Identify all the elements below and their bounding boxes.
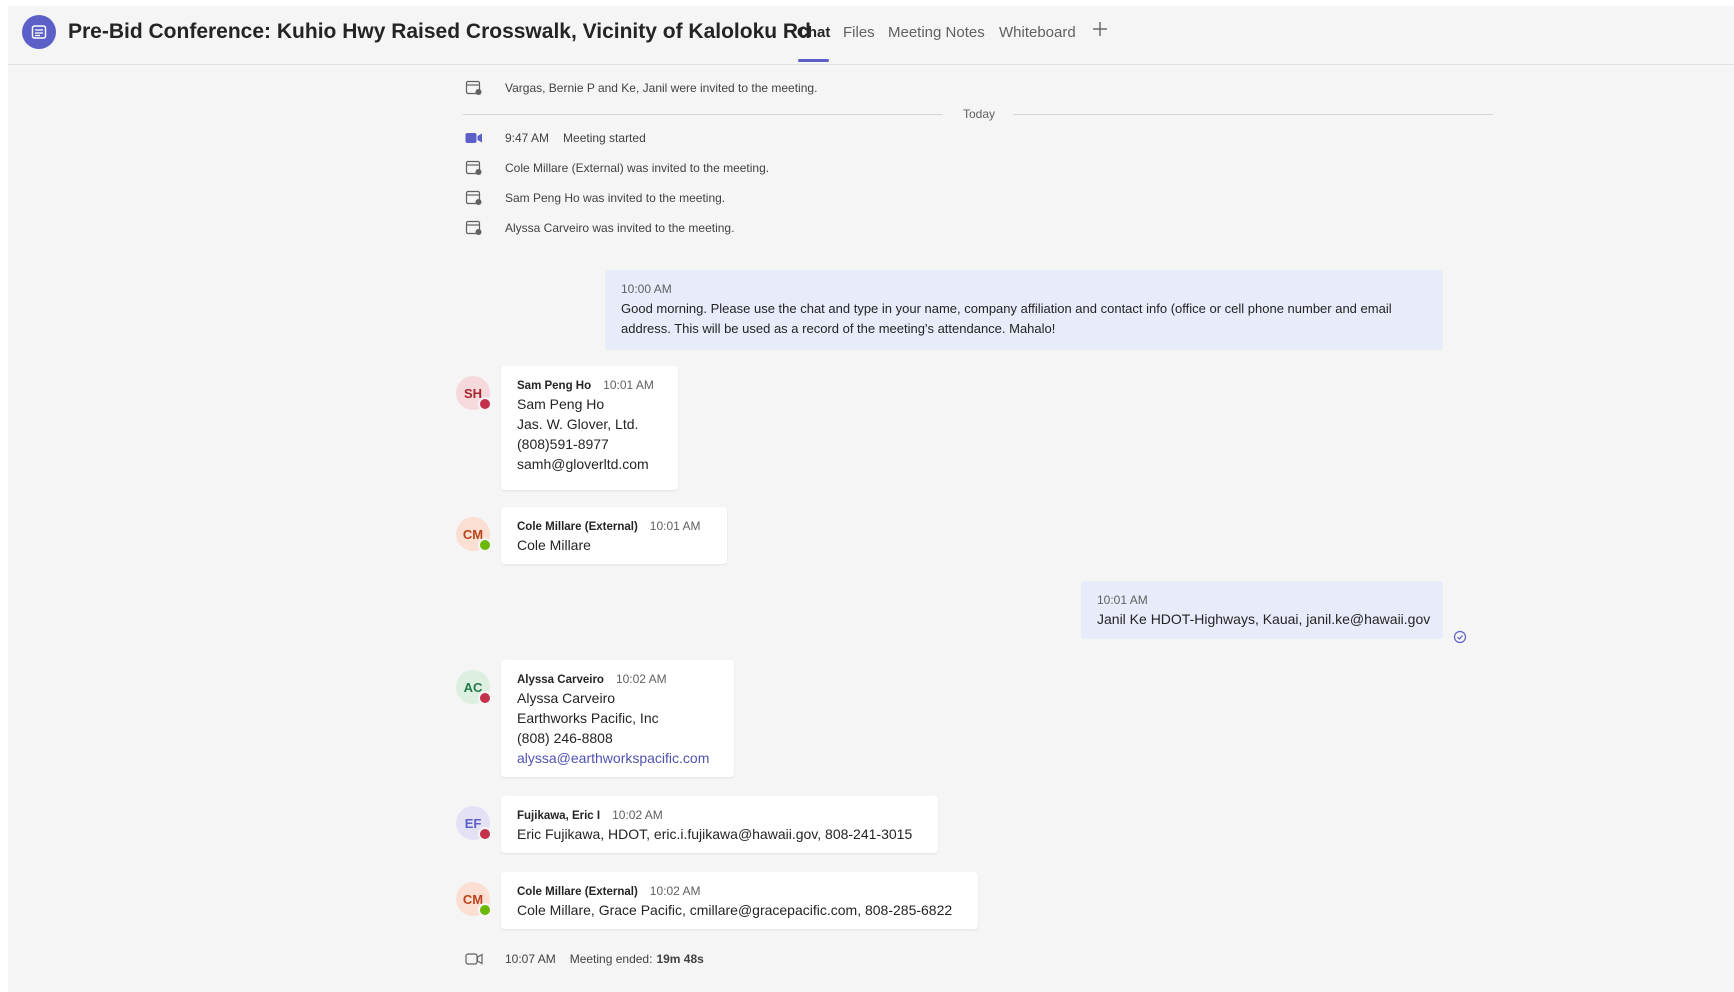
divider-line xyxy=(463,114,943,115)
calendar-invite-icon xyxy=(463,159,485,177)
active-tab-indicator xyxy=(798,59,829,62)
meeting-ended-message: 10:07 AM Meeting ended: 19m 48s xyxy=(463,950,704,968)
calendar-invite-icon xyxy=(463,219,485,237)
meeting-duration: 19m 48s xyxy=(656,952,704,966)
message-line: Cole Millare xyxy=(517,537,591,553)
status-available-icon xyxy=(478,538,492,552)
sender-name: Sam Peng Ho xyxy=(517,380,592,392)
sender-name: Cole Millare (External) xyxy=(517,521,638,533)
date-divider: Today xyxy=(463,107,1493,121)
message-time: 10:02 AM xyxy=(615,672,667,686)
message-line: Jas. W. Glover, Ltd. xyxy=(517,416,639,432)
my-message[interactable]: 10:01 AM Janil Ke HDOT-Highways, Kauai, … xyxy=(1081,581,1443,639)
system-message-time: 9:47 AM xyxy=(505,131,550,145)
message-line: samh@gloverltd.com xyxy=(517,456,649,472)
message-time: 10:02 AM xyxy=(612,808,663,822)
system-message: Cole Millare (External) was invited to t… xyxy=(463,159,769,177)
meeting-started-message: 9:47 AM Meeting started xyxy=(463,129,646,147)
message-line: Alyssa Carveiro xyxy=(517,690,616,706)
sender-name: Fujikawa, Eric I xyxy=(517,810,601,822)
message-card[interactable]: Sam Peng Ho 10:01 AM Sam Peng Ho Jas. W. … xyxy=(501,366,678,490)
message-card[interactable]: Cole Millare (External) 10:02 AM Cole Mil… xyxy=(501,872,978,929)
message-card[interactable]: Alyssa Carveiro 10:02 AM Alyssa Carveiro … xyxy=(501,660,734,777)
calendar-invite-icon xyxy=(463,189,485,207)
avatar[interactable]: CM xyxy=(456,882,492,917)
meeting-calendar-icon xyxy=(22,15,56,49)
avatar[interactable]: SH xyxy=(456,376,492,411)
message-line: Earthworks Pacific, Inc xyxy=(517,710,659,726)
tab-chat[interactable]: Chat xyxy=(797,24,830,41)
system-message: Sam Peng Ho was invited to the meeting. xyxy=(463,189,725,207)
message-time: 10:01 AM xyxy=(649,519,701,533)
message-time: 10:01 AM xyxy=(1097,593,1148,607)
divider-line xyxy=(1013,114,1493,115)
system-message-text: Cole Millare (External) was invited to t… xyxy=(505,161,770,175)
system-message-time: 10:07 AM xyxy=(505,952,556,966)
avatar[interactable]: CM xyxy=(456,517,492,552)
status-busy-icon xyxy=(478,827,492,841)
message-line: Cole Millare, Grace Pacific, cmillare@gr… xyxy=(517,902,953,918)
message-text: Janil Ke HDOT-Highways, Kauai, janil.ke@… xyxy=(1097,611,1431,627)
tab-meeting-notes[interactable]: Meeting Notes xyxy=(888,24,985,41)
tab-files[interactable]: Files xyxy=(843,24,875,41)
email-link[interactable]: alyssa@earthworkspacific.com xyxy=(517,750,709,766)
message-line: Eric Fujikawa, HDOT, eric.i.fujikawa@haw… xyxy=(517,826,913,842)
video-camera-icon xyxy=(463,129,485,147)
status-busy-icon xyxy=(478,397,492,411)
avatar[interactable]: EF xyxy=(456,806,492,841)
video-camera-outline-icon xyxy=(463,950,485,968)
my-message[interactable]: 10:00 AM Good morning. Please use the ch… xyxy=(605,270,1443,350)
avatar-initials: EF xyxy=(464,815,482,831)
sender-name: Alyssa Carveiro xyxy=(517,674,604,686)
meeting-ended-label: Meeting ended: xyxy=(569,952,653,966)
meeting-header: Pre-Bid Conference: Kuhio Hwy Raised Cro… xyxy=(8,6,1734,65)
add-tab-button[interactable] xyxy=(1091,18,1109,44)
message-text: Good morning. Please use the chat and ty… xyxy=(621,301,1392,336)
status-available-icon xyxy=(478,903,492,917)
system-message: Alyssa Carveiro was invited to the meeti… xyxy=(463,219,734,237)
message-time: 10:00 AM xyxy=(621,282,672,296)
chat-pane[interactable]: Vargas, Bernie P and Ke, Janil were invi… xyxy=(8,64,1734,992)
teams-meeting-window: Pre-Bid Conference: Kuhio Hwy Raised Cro… xyxy=(8,6,1734,992)
system-message-text: Meeting started xyxy=(563,131,646,145)
system-message-text: Vargas, Bernie P and Ke, Janil were invi… xyxy=(505,81,818,95)
message-time: 10:02 AM xyxy=(649,884,701,898)
page-title: Pre-Bid Conference: Kuhio Hwy Raised Cro… xyxy=(68,20,811,43)
sender-name: Cole Millare (External) xyxy=(517,886,638,898)
read-receipt-icon xyxy=(1453,630,1467,649)
system-message: Vargas, Bernie P and Ke, Janil were invi… xyxy=(463,79,817,97)
date-divider-label: Today xyxy=(963,107,996,121)
tab-whiteboard[interactable]: Whiteboard xyxy=(999,24,1076,41)
message-line: (808) 246-8808 xyxy=(517,730,613,746)
avatar[interactable]: AC xyxy=(456,670,492,705)
message-time: 10:01 AM xyxy=(603,378,654,392)
status-busy-icon xyxy=(478,691,492,705)
message-card[interactable]: Fujikawa, Eric I 10:02 AM Eric Fujikawa, … xyxy=(501,796,938,853)
message-line: Sam Peng Ho xyxy=(517,396,605,412)
system-message-text: Alyssa Carveiro was invited to the meeti… xyxy=(505,221,735,235)
message-line: (808)591-8977 xyxy=(517,436,609,452)
calendar-invite-icon xyxy=(463,79,485,97)
system-message-text: Sam Peng Ho was invited to the meeting. xyxy=(505,191,726,205)
message-card[interactable]: Cole Millare (External) 10:01 AM Cole Mil… xyxy=(501,507,727,564)
plus-icon xyxy=(1093,22,1107,36)
